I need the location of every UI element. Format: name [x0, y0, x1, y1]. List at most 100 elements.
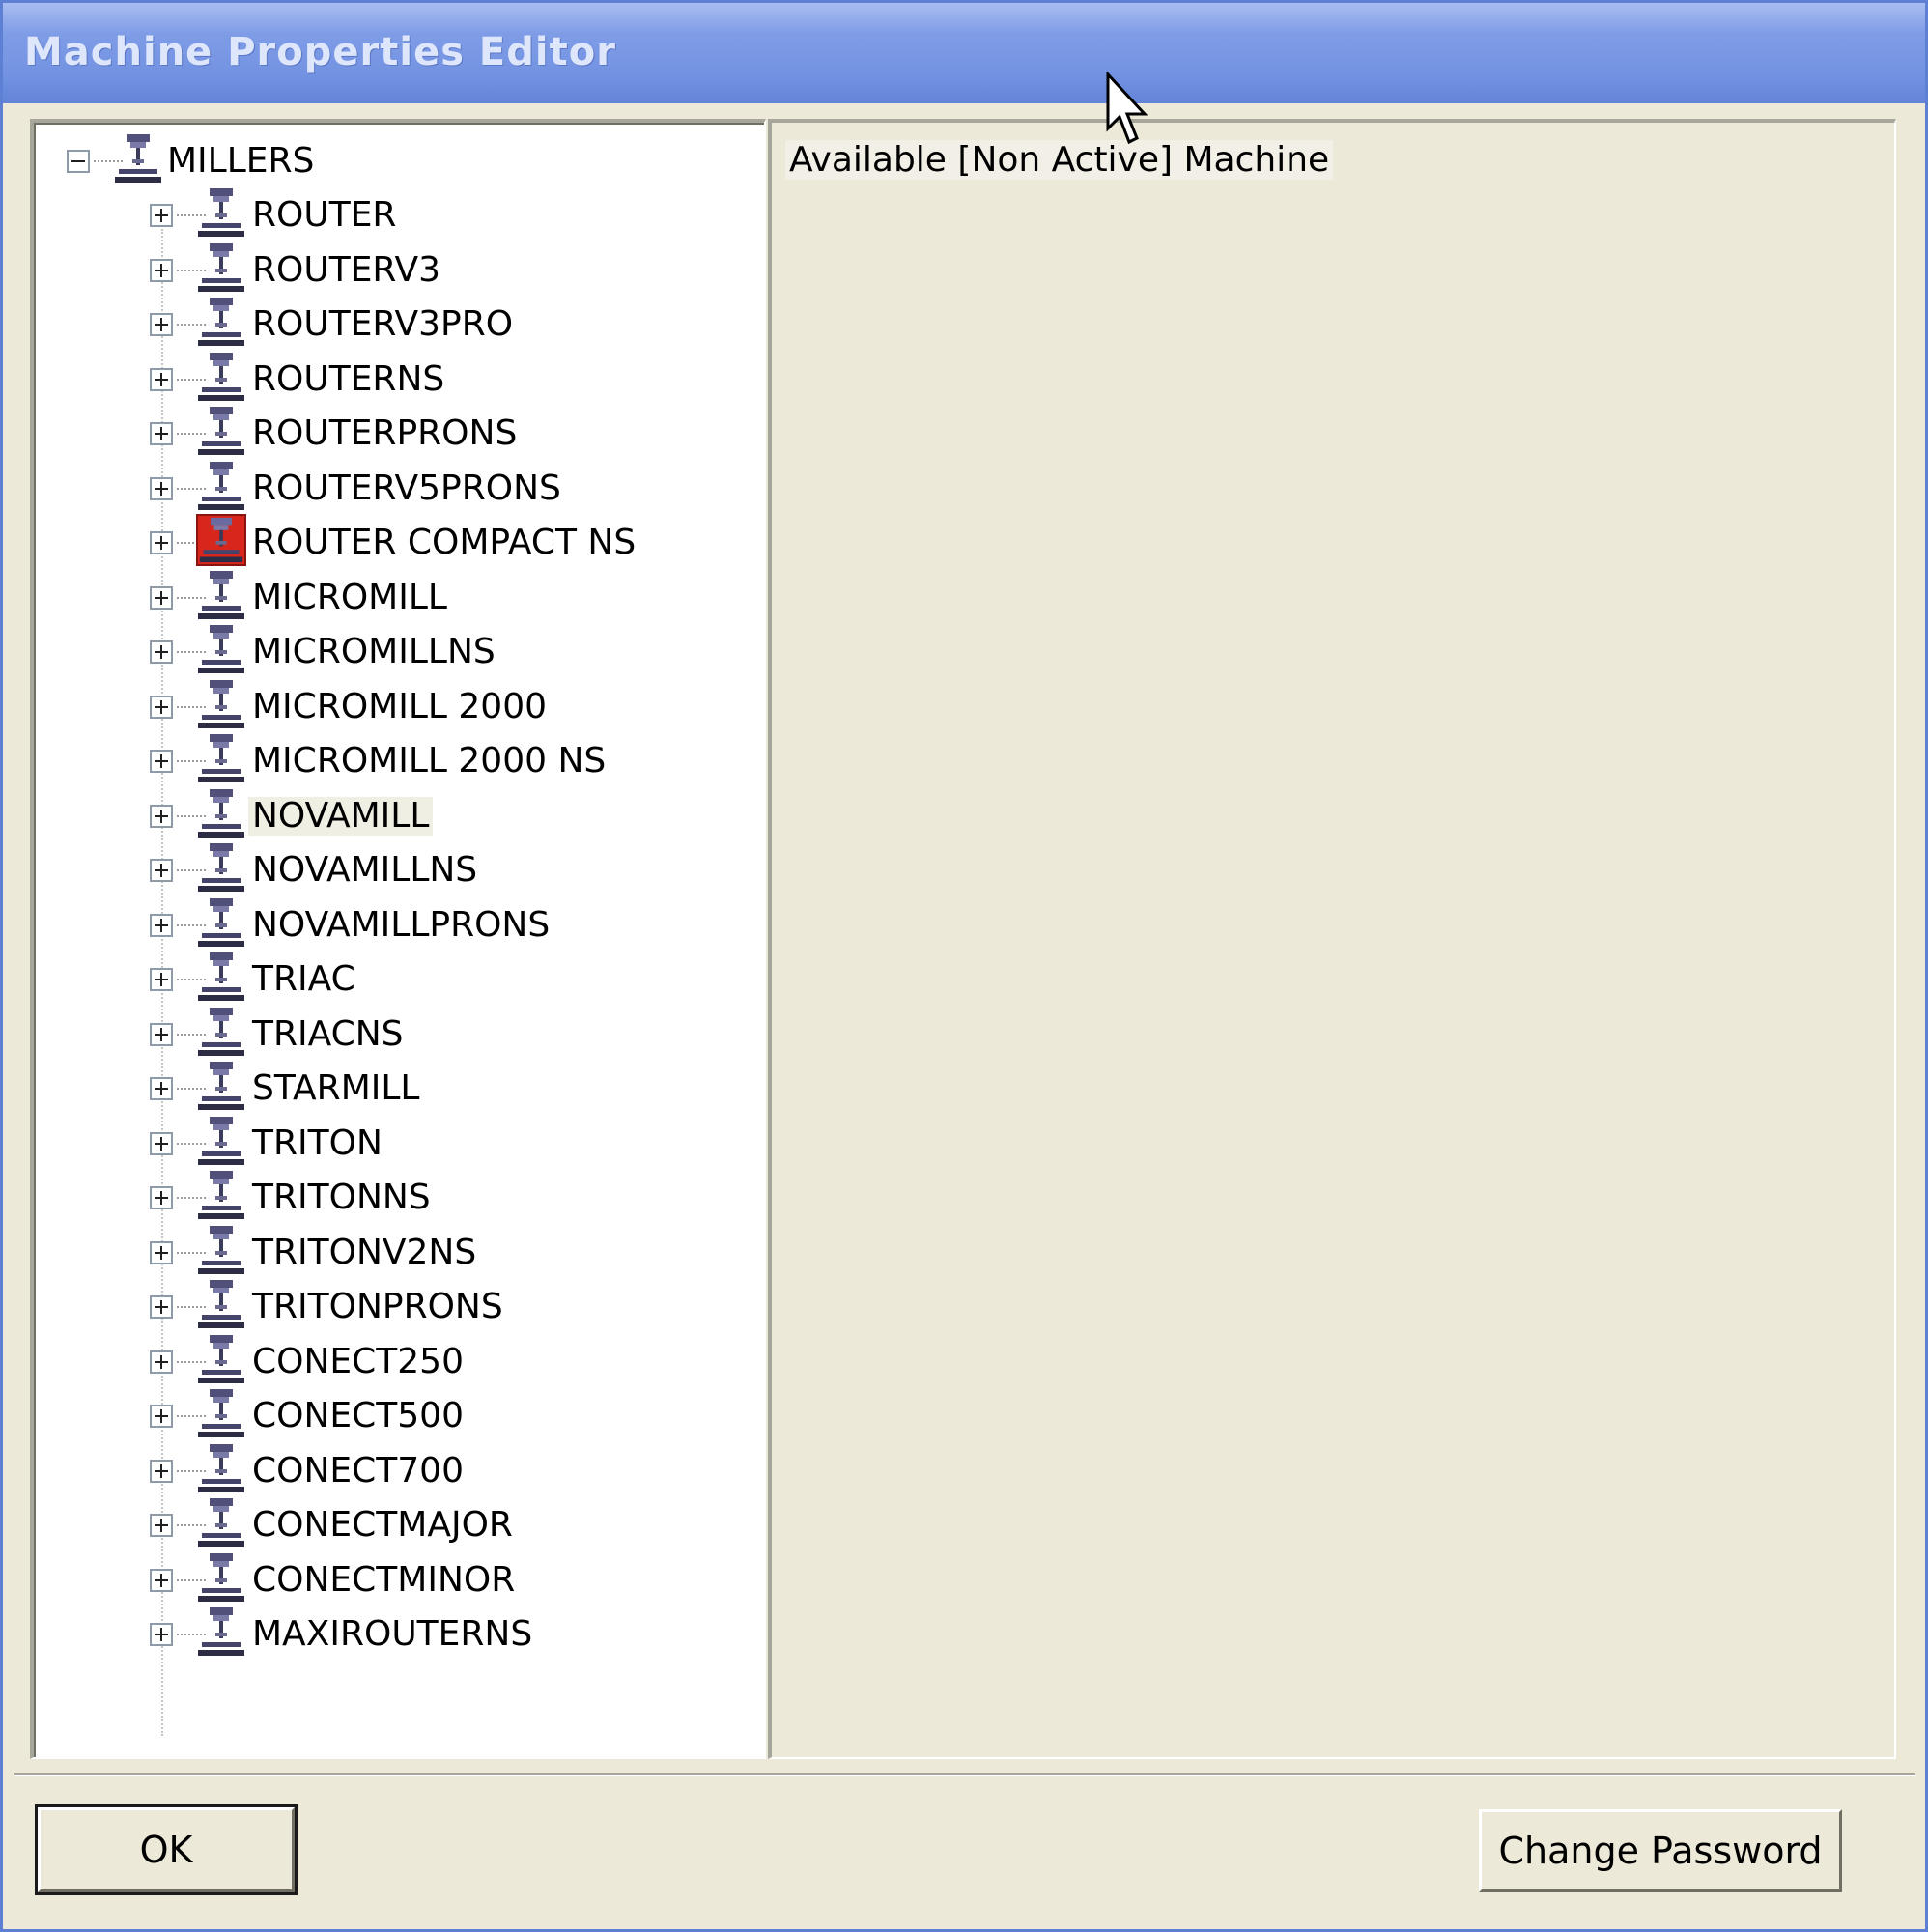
tree-item-label: ROUTER COMPACT NS: [252, 523, 637, 562]
tree-item-label: MICROMILL 2000: [252, 686, 548, 726]
expand-icon[interactable]: [150, 422, 173, 445]
expand-icon[interactable]: [150, 258, 173, 282]
tree-item-label: STARMILL: [252, 1068, 420, 1108]
tree-item[interactable]: MAXIROUTERNS: [117, 1605, 754, 1660]
expand-icon[interactable]: [150, 1186, 173, 1209]
tree-item[interactable]: MICROMILLNS: [117, 623, 754, 677]
title-bar[interactable]: Machine Properties Editor: [3, 3, 1925, 103]
milling-machine-icon: [115, 134, 161, 183]
tree-item-label: ROUTER: [252, 195, 397, 235]
tree-item[interactable]: CONECT500: [117, 1387, 754, 1441]
milling-machine-icon: [198, 1116, 244, 1165]
tree-item[interactable]: MICROMILL 2000 NS: [117, 732, 754, 786]
collapse-icon[interactable]: [67, 150, 90, 173]
expand-icon[interactable]: [150, 968, 173, 991]
tree-root-label: MILLERS: [167, 141, 315, 181]
expand-icon[interactable]: [150, 695, 173, 719]
tree-item[interactable]: TRITONNS: [117, 1169, 754, 1223]
expand-icon[interactable]: [150, 1240, 173, 1264]
window-title: Machine Properties Editor: [24, 30, 616, 74]
expand-icon[interactable]: [150, 204, 173, 227]
mouse-pointer-icon: [1106, 72, 1148, 145]
tree-item-label: MICROMILL 2000 NS: [252, 741, 607, 781]
tree-item-label: NOVAMILLNS: [252, 850, 478, 890]
milling-machine-icon: [196, 514, 246, 566]
tree-item-label: CONECT700: [252, 1450, 464, 1491]
expand-icon[interactable]: [150, 1022, 173, 1046]
expand-icon[interactable]: [150, 913, 173, 937]
tree-item-label: CONECT250: [252, 1341, 464, 1381]
tree-item[interactable]: ROUTERV3: [117, 242, 754, 296]
tree-item[interactable]: ROUTERV5PRONS: [117, 460, 754, 514]
expand-icon[interactable]: [150, 1459, 173, 1483]
tree-item-label: NOVAMILL: [248, 796, 434, 836]
tree-item[interactable]: ROUTER: [117, 186, 754, 241]
tree-item-label: CONECTMINOR: [252, 1559, 516, 1600]
milling-machine-icon: [198, 1062, 244, 1110]
milling-machine-icon: [198, 1389, 244, 1437]
milling-machine-icon: [198, 897, 244, 947]
expand-icon[interactable]: [150, 1514, 173, 1537]
tree-item[interactable]: STARMILL: [117, 1060, 754, 1114]
ok-button[interactable]: OK: [35, 1804, 298, 1895]
tree-item-label: ROUTERV5PRONS: [252, 468, 561, 508]
tree-item[interactable]: MICROMILL: [117, 569, 754, 623]
expand-icon[interactable]: [150, 531, 173, 554]
tree-item[interactable]: CONECT250: [117, 1333, 754, 1387]
milling-machine-icon: [198, 461, 244, 510]
expand-icon[interactable]: [150, 804, 173, 828]
tree-item-label: ROUTERV3PRO: [252, 304, 514, 344]
tree-item[interactable]: ROUTERPRONS: [117, 405, 754, 459]
expand-icon[interactable]: [150, 1405, 173, 1428]
tree-item[interactable]: ROUTERNS: [117, 351, 754, 405]
tree-item[interactable]: TRITONV2NS: [117, 1224, 754, 1278]
milling-machine-icon: [198, 1498, 244, 1547]
tree-item-label: TRITONV2NS: [252, 1232, 477, 1272]
expand-icon[interactable]: [150, 1295, 173, 1319]
milling-machine-icon: [198, 788, 244, 838]
tree-item[interactable]: NOVAMILLNS: [117, 841, 754, 895]
machine-info-panel: Available [Non Active] Machine: [768, 119, 1896, 1759]
tree-item[interactable]: NOVAMILLPRONS: [117, 896, 754, 951]
tree-item[interactable]: TRIAC: [117, 951, 754, 1005]
milling-machine-icon: [198, 570, 244, 619]
milling-machine-icon: [198, 1280, 244, 1328]
expand-icon[interactable]: [150, 313, 173, 336]
tree-item-label: TRIAC: [252, 959, 355, 999]
tree-item-label: ROUTERNS: [252, 358, 445, 399]
expand-icon[interactable]: [150, 1568, 173, 1592]
expand-icon[interactable]: [150, 1350, 173, 1374]
tree-item[interactable]: MICROMILL 2000: [117, 678, 754, 732]
milling-machine-icon: [198, 1334, 244, 1383]
tree-item[interactable]: ROUTERV3PRO: [117, 296, 754, 350]
tree-item-label: TRITON: [252, 1122, 383, 1163]
milling-machine-icon: [198, 1607, 244, 1656]
tree-item[interactable]: CONECT700: [117, 1442, 754, 1496]
expand-icon[interactable]: [150, 750, 173, 773]
tree-item[interactable]: TRIACNS: [117, 1006, 754, 1060]
expand-icon[interactable]: [150, 476, 173, 500]
expand-icon[interactable]: [150, 640, 173, 664]
change-password-button[interactable]: Change Password: [1479, 1809, 1842, 1892]
tree-item-label: ROUTERV3: [252, 249, 441, 290]
tree-item-label: TRITONPRONS: [252, 1287, 503, 1326]
expand-icon[interactable]: [150, 367, 173, 391]
tree-item-label: TRIACNS: [252, 1013, 404, 1054]
tree-item[interactable]: NOVAMILL: [117, 787, 754, 841]
expand-icon[interactable]: [150, 1131, 173, 1155]
expand-icon[interactable]: [150, 585, 173, 610]
expand-icon[interactable]: [150, 1077, 173, 1100]
milling-machine-icon: [198, 1225, 244, 1274]
tree-item[interactable]: TRITONPRONS: [117, 1278, 754, 1332]
tree-item[interactable]: CONECTMAJOR: [117, 1496, 754, 1550]
tree-item[interactable]: TRITON: [117, 1115, 754, 1169]
machine-status-text: Available [Non Active] Machine: [785, 140, 1334, 180]
expand-icon[interactable]: [150, 859, 173, 882]
tree-item[interactable]: CONECTMINOR: [117, 1551, 754, 1605]
machine-tree[interactable]: MILLERS ROUTER ROUTERV3 ROUTERV3PRO ROUTERN…: [30, 119, 766, 1759]
tree-item-label: MICROMILLNS: [252, 632, 496, 671]
milling-machine-icon: [198, 625, 244, 673]
tree-root-millers[interactable]: MILLERS: [53, 132, 749, 186]
expand-icon[interactable]: [150, 1623, 173, 1646]
tree-item[interactable]: ROUTER COMPACT NS: [117, 514, 754, 568]
